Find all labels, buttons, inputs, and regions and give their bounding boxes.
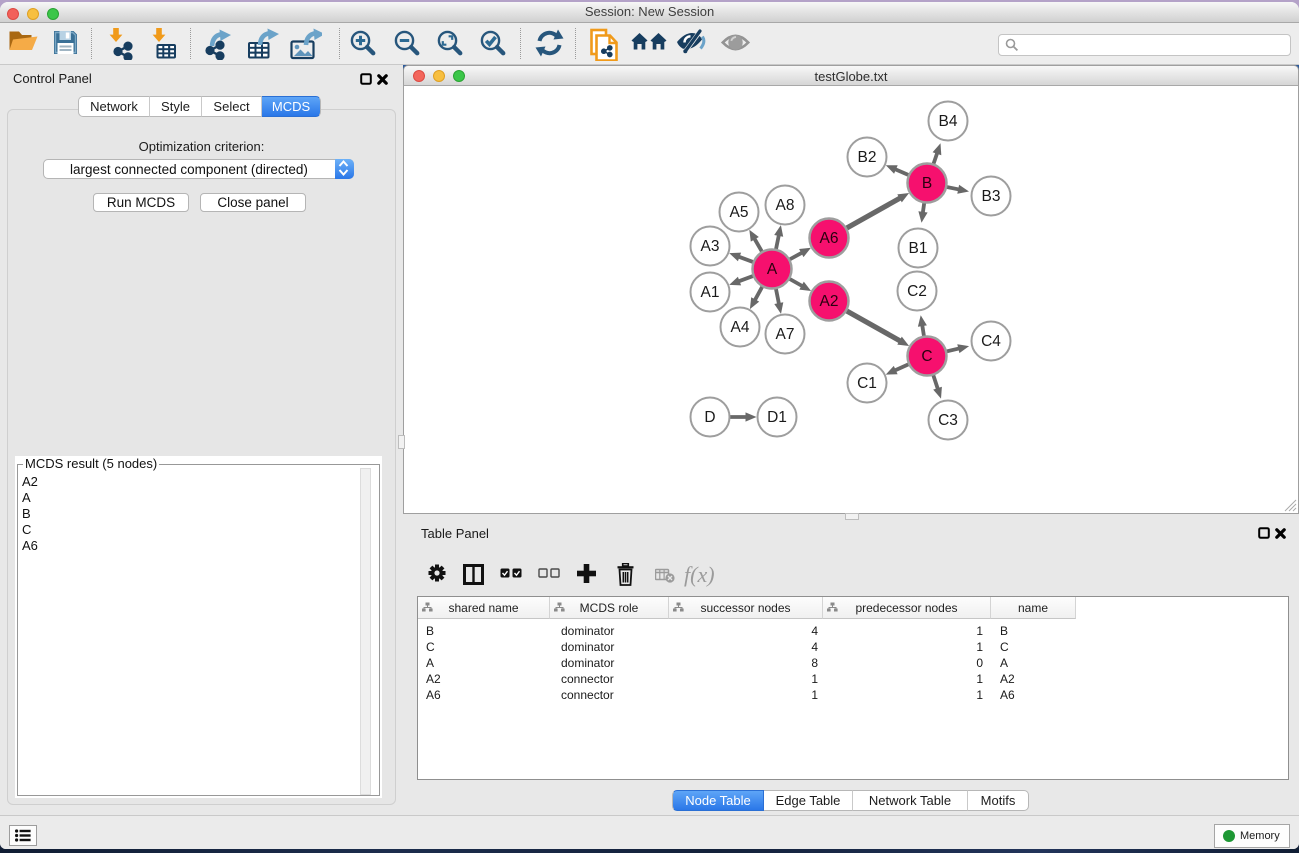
svg-text:C1: C1: [857, 375, 877, 392]
svg-text:A8: A8: [776, 197, 795, 214]
svg-text:A1: A1: [701, 284, 720, 301]
svg-text:A6: A6: [820, 230, 839, 247]
svg-text:B: B: [922, 175, 932, 192]
svg-text:C: C: [921, 348, 932, 365]
svg-text:A4: A4: [731, 319, 750, 336]
svg-text:D: D: [704, 409, 715, 426]
svg-text:A5: A5: [730, 204, 749, 221]
svg-text:B4: B4: [939, 113, 958, 130]
svg-text:A3: A3: [701, 238, 720, 255]
svg-text:D1: D1: [767, 409, 787, 426]
svg-text:A: A: [767, 261, 778, 278]
svg-text:C4: C4: [981, 333, 1001, 350]
svg-text:A7: A7: [776, 326, 795, 343]
svg-text:B3: B3: [982, 188, 1001, 205]
svg-text:C3: C3: [938, 412, 958, 429]
svg-text:A2: A2: [820, 293, 839, 310]
svg-text:B1: B1: [909, 240, 928, 257]
svg-text:C2: C2: [907, 283, 927, 300]
svg-text:B2: B2: [858, 149, 877, 166]
